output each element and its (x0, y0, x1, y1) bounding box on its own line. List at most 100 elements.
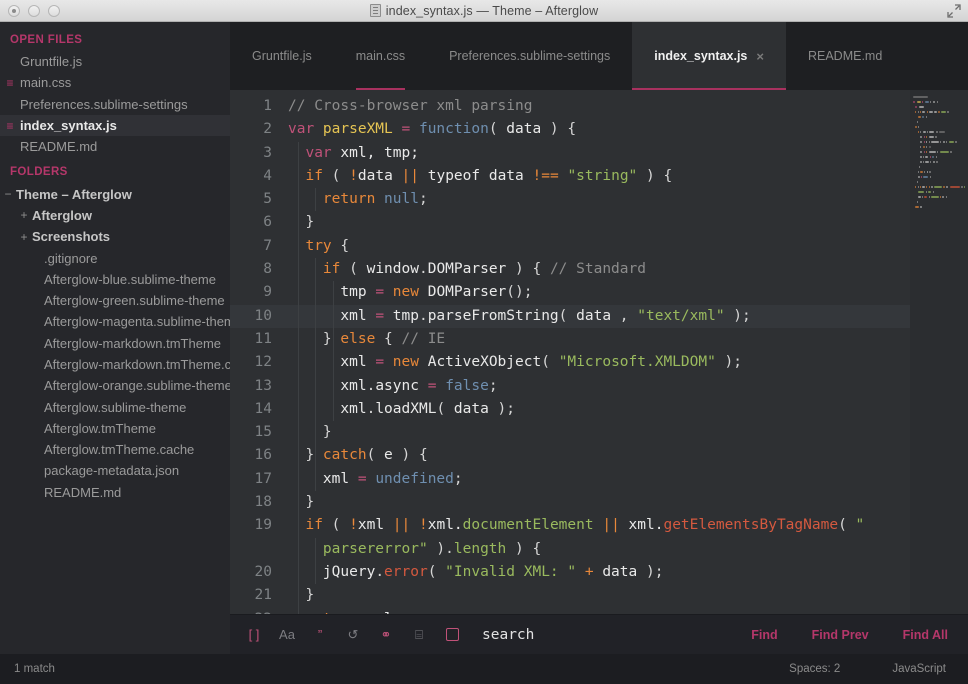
minimap-token (926, 116, 927, 118)
code-line[interactable]: 22 return xml; (230, 608, 910, 614)
find-button-find-all[interactable]: Find All (903, 628, 948, 642)
open-file-item[interactable]: README.md (0, 136, 230, 157)
code-line[interactable]: 5 return null; (230, 188, 910, 211)
zoom-button[interactable] (48, 5, 60, 17)
whole-word-icon[interactable]: ” (310, 625, 330, 645)
case-sensitive-icon[interactable]: Aa (277, 625, 297, 645)
code-token: catch (323, 447, 367, 463)
find-bar[interactable]: [ ] Aa ” ↺ ⚭ ⌸ search Find Find Prev Find All (230, 614, 968, 654)
code-token: "Microsoft.XMLDOM" (559, 354, 716, 370)
in-selection-icon[interactable]: ⚭ (376, 625, 396, 645)
collapse-icon[interactable]: − (0, 187, 16, 201)
folder-item[interactable]: +Afterglow (0, 205, 230, 226)
code-line[interactable]: 12 xml = new ActiveXObject( "Microsoft.X… (230, 351, 910, 374)
code-line[interactable]: 4 if ( !data || typeof data !== "string"… (230, 165, 910, 188)
folder-file-item[interactable]: package-metadata.json (0, 460, 230, 481)
editor-tab[interactable]: Gruntfile.js (230, 22, 334, 90)
editor-tab[interactable]: Preferences.sublime-settings (427, 22, 632, 90)
code-token: data (594, 564, 638, 580)
code-token: } (288, 214, 314, 230)
code-line[interactable]: 18 } (230, 491, 910, 514)
regex-icon[interactable]: [ ] (244, 625, 264, 645)
fullscreen-arrows-icon[interactable] (946, 3, 962, 19)
find-button-find[interactable]: Find (751, 628, 777, 642)
open-file-item[interactable]: Preferences.sublime-settings (0, 94, 230, 115)
folders-list[interactable]: −Theme – Afterglow+Afterglow+Screenshots… (0, 183, 230, 502)
code-line[interactable]: 11 } else { // IE (230, 328, 910, 351)
find-option-icons[interactable]: [ ] Aa ” ↺ ⚭ ⌸ (244, 625, 462, 645)
code-line[interactable]: 17 xml = undefined; (230, 468, 910, 491)
folder-file-item[interactable]: Afterglow-markdown.tmTheme.cache (0, 354, 230, 375)
code-editor[interactable]: 1// Cross-browser xml parsing2var parseX… (230, 90, 910, 614)
minimap[interactable] (910, 90, 968, 614)
code-line[interactable]: 2var parseXML = function( data ) { (230, 118, 910, 141)
code-line[interactable]: 7 try { (230, 235, 910, 258)
code-line-wrapped[interactable]: parsererror" ).length ) { (230, 538, 910, 561)
minimap-token (920, 111, 921, 113)
find-button-find-prev[interactable]: Find Prev (812, 628, 869, 642)
indent-guide (298, 328, 299, 351)
open-file-item[interactable]: ≡index_syntax.js (0, 115, 230, 136)
code-line[interactable]: 14 xml.loadXML( data ); (230, 398, 910, 421)
editor-tab[interactable]: README.md (786, 22, 904, 90)
folder-file-item[interactable]: Afterglow-blue.sublime-theme (0, 269, 230, 290)
code-line[interactable]: 21 } (230, 584, 910, 607)
tab-bar[interactable]: Gruntfile.jsmain.cssPreferences.sublime-… (230, 22, 968, 90)
folder-file-item[interactable]: Afterglow-orange.sublime-theme (0, 375, 230, 396)
code-line[interactable]: 3 var xml, tmp; (230, 142, 910, 165)
minimap-token (920, 156, 922, 158)
line-number: 15 (230, 421, 286, 444)
code-line[interactable]: 8 if ( window.DOMParser ) { // Standard (230, 258, 910, 281)
open-file-label: Gruntfile.js (20, 54, 82, 69)
search-input[interactable]: search (482, 627, 751, 643)
minimap-token (923, 131, 926, 133)
expand-icon[interactable]: + (16, 230, 32, 244)
folder-file-item[interactable]: Afterglow-green.sublime-theme (0, 290, 230, 311)
code-line[interactable]: 19 if ( !xml || !xml.documentElement || … (230, 514, 910, 537)
code-line[interactable]: 1// Cross-browser xml parsing (230, 95, 910, 118)
code-line[interactable]: 9 tmp = new DOMParser(); (230, 281, 910, 304)
code-token: error (384, 564, 428, 580)
minimap-token (934, 111, 937, 113)
preserve-case-icon[interactable] (442, 625, 462, 645)
code-line[interactable]: 10 xml = tmp.parseFromString( data , "te… (230, 305, 910, 328)
open-file-item[interactable]: Gruntfile.js (0, 51, 230, 72)
folder-file-item[interactable]: README.md (0, 482, 230, 503)
indent-guide (298, 561, 299, 584)
open-file-item[interactable]: ≡main.css (0, 72, 230, 93)
tab-close-icon[interactable]: × (756, 50, 764, 63)
close-button[interactable] (8, 5, 20, 17)
folder-item-label: Screenshots (32, 229, 110, 244)
folder-item[interactable]: −Theme – Afterglow (0, 183, 230, 204)
sidebar[interactable]: OPEN FILES Gruntfile.js≡main.cssPreferen… (0, 22, 230, 654)
code-line[interactable]: 13 xml.async = false; (230, 375, 910, 398)
folder-item[interactable]: +Screenshots (0, 226, 230, 247)
folder-file-item[interactable]: Afterglow-markdown.tmTheme (0, 333, 230, 354)
traffic-light-buttons (8, 0, 60, 22)
code-token: // IE (402, 331, 446, 347)
indent-guide (298, 258, 299, 281)
folder-file-item[interactable]: Afterglow.sublime-theme (0, 396, 230, 417)
highlight-results-icon[interactable]: ⌸ (409, 625, 429, 645)
editor-tab[interactable]: index_syntax.js× (632, 22, 786, 90)
code-line[interactable]: 16 } catch( e ) { (230, 444, 910, 467)
expand-icon[interactable]: + (16, 208, 32, 222)
code-line[interactable]: 15 } (230, 421, 910, 444)
folder-file-item[interactable]: Afterglow-magenta.sublime-theme (0, 311, 230, 332)
folder-file-item[interactable]: .gitignore (0, 247, 230, 268)
code-scroll-region[interactable]: 1// Cross-browser xml parsing2var parseX… (230, 90, 910, 614)
minimize-button[interactable] (28, 5, 40, 17)
code-line[interactable]: 6 } (230, 211, 910, 234)
wrap-icon[interactable]: ↺ (343, 625, 363, 645)
indentation-status[interactable]: Spaces: 2 (789, 663, 840, 675)
folder-item-label: .gitignore (44, 251, 97, 266)
folder-file-item[interactable]: Afterglow.tmTheme (0, 418, 230, 439)
minimap-token (938, 111, 940, 113)
open-files-list[interactable]: Gruntfile.js ≡main.cssPreferences.sublime… (0, 51, 230, 157)
find-buttons[interactable]: Find Find Prev Find All (751, 628, 948, 642)
code-line[interactable]: 20 jQuery.error( "Invalid XML: " + data … (230, 561, 910, 584)
editor-tab[interactable]: main.css (334, 22, 427, 90)
minimap-token (918, 116, 921, 118)
syntax-status[interactable]: JavaScript (892, 663, 946, 675)
folder-file-item[interactable]: Afterglow.tmTheme.cache (0, 439, 230, 460)
